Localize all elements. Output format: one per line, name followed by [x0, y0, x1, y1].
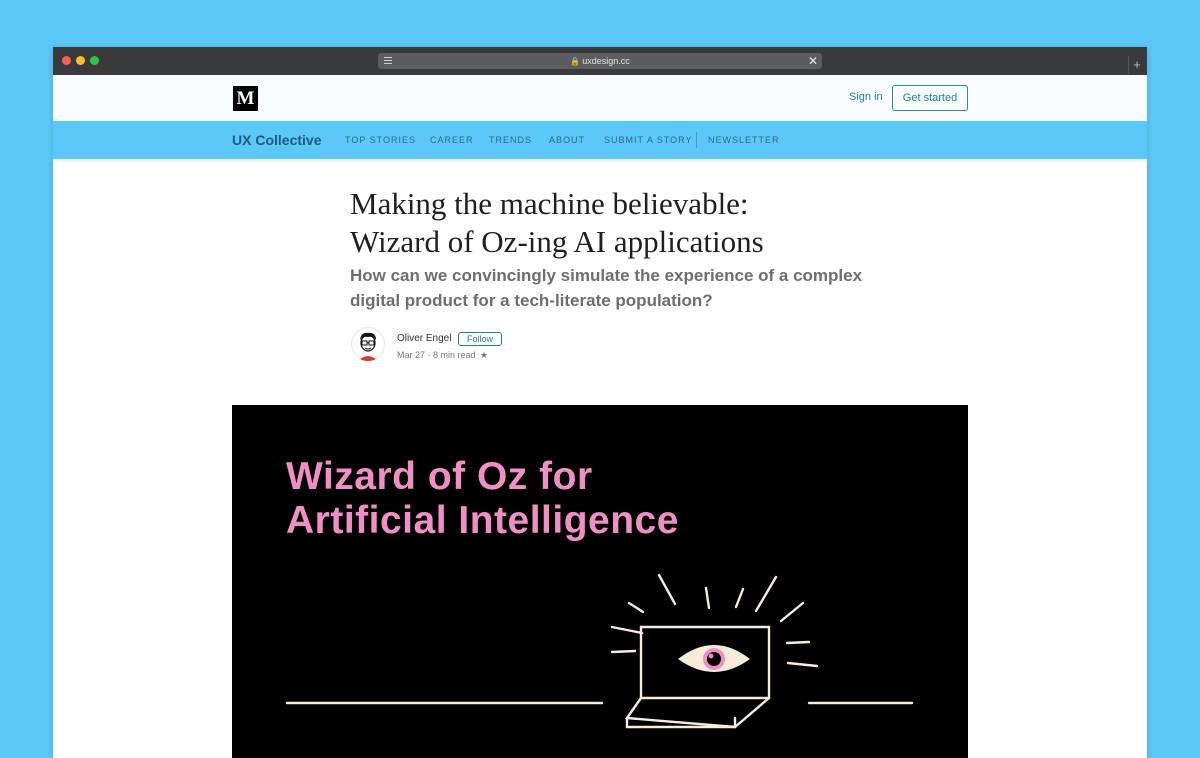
author-avatar-illustration — [351, 327, 385, 361]
article-subtitle-line: How can we convincingly simulate the exp… — [350, 266, 863, 285]
ray — [704, 586, 711, 610]
article-subtitle-line: digital product for a tech-literate popu… — [350, 291, 713, 310]
reader-menu-icon[interactable] — [384, 57, 392, 65]
article-title-line: Making the machine believable: — [350, 186, 749, 221]
nav-shadow — [53, 159, 1147, 163]
author-avatar[interactable] — [351, 327, 385, 361]
ray — [785, 640, 811, 645]
close-icon[interactable]: ✕ — [808, 53, 818, 69]
article-meta: Mar 27 · 8 min read ★ — [397, 350, 488, 361]
nav-about[interactable]: ABOUT — [549, 135, 585, 145]
nav-top-stories[interactable]: TOP STORIES — [345, 135, 416, 145]
article-title: Making the machine believable: Wizard of… — [350, 185, 870, 261]
lock-icon: 🔒 — [570, 57, 581, 66]
eye-highlight — [708, 653, 714, 659]
date-readtime: Mar 27 · 8 min read — [397, 350, 476, 360]
ray — [657, 573, 677, 606]
nav-trends[interactable]: TRENDS — [489, 135, 532, 145]
ray — [610, 649, 637, 654]
publication-name[interactable]: UX Collective — [232, 132, 321, 148]
nav-newsletter[interactable]: NEWSLETTER — [708, 135, 780, 145]
article-title-line: Wizard of Oz-ing AI applications — [350, 224, 764, 259]
medium-logo[interactable]: M — [233, 86, 258, 111]
nav-divider — [696, 132, 697, 148]
ray — [627, 601, 645, 614]
browser-titlebar: 🔒 uxdesign.cc ✕ + — [53, 47, 1147, 75]
address-bar[interactable]: 🔒 uxdesign.cc ✕ — [378, 53, 822, 69]
nav-submit-a-story[interactable]: SUBMIT A STORY — [604, 135, 693, 145]
new-tab-button[interactable]: + — [1128, 56, 1145, 74]
browser-window: 🔒 uxdesign.cc ✕ + M Sign in Get started U… — [53, 47, 1147, 758]
star-icon[interactable]: ★ — [480, 350, 488, 360]
publication-nav: UX Collective TOP STORIES CAREER TRENDS … — [53, 121, 1147, 159]
nav-career[interactable]: CAREER — [430, 135, 474, 145]
url-text: uxdesign.cc — [582, 56, 630, 66]
hero-image: Wizard of Oz for Artificial Intelligence — [232, 405, 968, 758]
ray — [734, 587, 745, 609]
ray — [610, 625, 644, 635]
site-header: M Sign in Get started — [53, 75, 1147, 121]
wizard-laptop-illustration — [285, 573, 914, 729]
sign-in-link[interactable]: Sign in — [849, 91, 883, 103]
follow-button[interactable]: Follow — [458, 332, 502, 346]
ray — [754, 575, 778, 613]
laptop-base — [624, 696, 771, 729]
ray — [786, 661, 819, 668]
minimize-window-button[interactable] — [76, 56, 85, 65]
close-window-button[interactable] — [62, 56, 71, 65]
author-name[interactable]: Oliver Engel — [397, 333, 451, 344]
article-subtitle: How can we convincingly simulate the exp… — [350, 263, 870, 313]
get-started-button[interactable]: Get started — [892, 85, 968, 111]
eye-pupil — [707, 652, 721, 666]
ray — [779, 601, 805, 623]
maximize-window-button[interactable] — [90, 56, 99, 65]
